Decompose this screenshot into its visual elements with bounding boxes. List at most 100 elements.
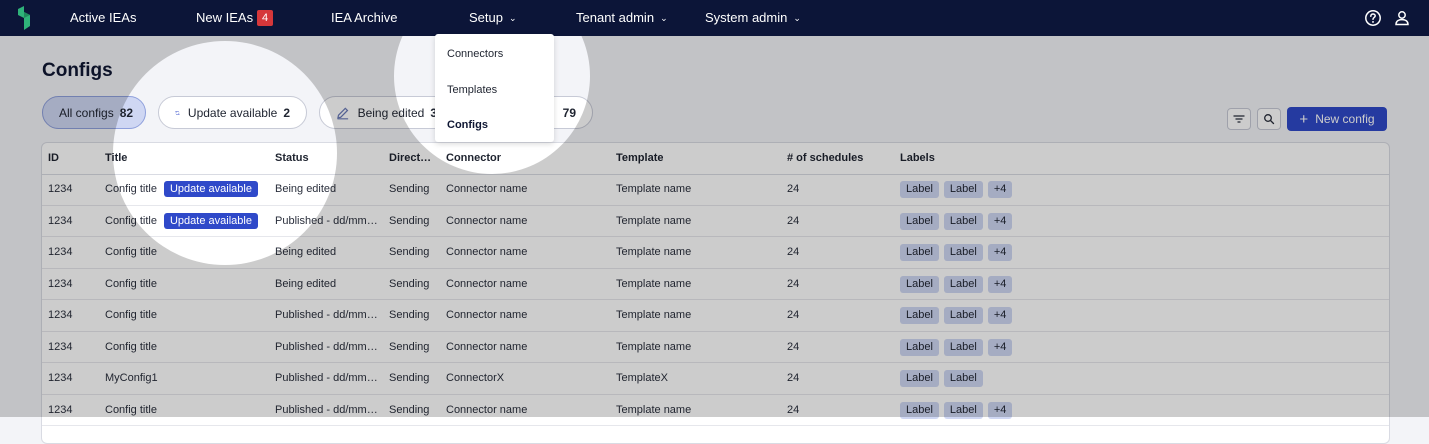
label-chip[interactable]: Label [900, 307, 939, 324]
filter-all-configs[interactable]: All configs 82 [42, 96, 146, 129]
nav-iea-archive[interactable]: IEA Archive [331, 0, 397, 36]
menu-item-configs[interactable]: Configs [447, 119, 488, 131]
cell-status-text: Published - dd/mm… [275, 340, 378, 353]
cell-template-text: Template name [616, 246, 692, 258]
new-config-label: New config [1315, 112, 1375, 126]
cell-title: Config title [105, 332, 270, 362]
label-chip[interactable]: Label [943, 401, 983, 419]
table-row[interactable]: 1234 Config title Published - dd/mm… Sendin… [42, 300, 1389, 332]
table-row[interactable]: 1234 Config title Being edited Sending Conne… [42, 237, 1389, 269]
user-icon[interactable] [1393, 9, 1411, 27]
filter-being-edited[interactable]: Being edited 3 [319, 96, 454, 129]
nav-new-ieas[interactable]: New IEAs 4 [196, 0, 274, 36]
table-row[interactable]: 1234 Config title Update available Being ed… [42, 174, 1389, 206]
more-labels-chip[interactable]: +4 [987, 181, 1013, 198]
cell-id-text: 1234 [48, 403, 73, 416]
nav-active-ieas[interactable]: Active IEAs [70, 0, 136, 36]
col-template[interactable]: Template [616, 143, 663, 174]
filter-button[interactable] [1227, 108, 1251, 130]
more-labels-chip[interactable]: +4 [987, 401, 1013, 419]
nav-label: Setup [469, 10, 503, 25]
cell-status-text: Published - dd/mm… [275, 403, 378, 416]
cell-schedules-text: 24 [787, 403, 800, 416]
label-chip[interactable]: Label [943, 275, 983, 293]
more-labels-chip[interactable]: +4 [987, 307, 1013, 324]
search-button[interactable] [1257, 108, 1281, 130]
label-chip[interactable]: Label [900, 338, 939, 356]
nav-setup[interactable]: Setup ⌄ [469, 0, 517, 36]
cell-direction-text: Sending [389, 246, 430, 258]
cell-status: Being edited [275, 237, 383, 267]
col-status[interactable]: Status [275, 143, 309, 174]
menu-item-templates[interactable]: Templates [447, 84, 497, 96]
table-row[interactable]: 1234 MyConfig1 Published - dd/mm… Sending Co… [42, 363, 1389, 395]
col-direction[interactable]: Direct… [389, 143, 439, 174]
filter-update-available[interactable]: Update available 2 [158, 96, 307, 129]
cell-connector: Connector name [446, 269, 611, 299]
label-chip[interactable]: Label [943, 212, 983, 230]
cell-template: Template name [616, 269, 781, 299]
table-row[interactable]: 1234 Config title Published - dd/mm… Sendin… [42, 332, 1389, 363]
more-labels-chip[interactable]: +4 [987, 275, 1013, 293]
update-available-tag[interactable]: Update available [163, 181, 258, 197]
cell-id-text: 1234 [48, 309, 73, 321]
more-labels-chip[interactable]: +4 [987, 244, 1013, 261]
nav-label: New IEAs [196, 10, 254, 25]
cell-template-text: TemplateX [616, 372, 668, 384]
cell-direction-text: Sending [389, 340, 430, 353]
col-title[interactable]: Title [105, 143, 127, 174]
cell-id-text: 1234 [48, 277, 73, 290]
cell-direction: Sending [389, 300, 439, 330]
cell-connector-text: Connector name [446, 309, 528, 321]
label-chip[interactable]: Label [943, 338, 983, 356]
nav-label: System admin [705, 10, 788, 25]
cell-status: Being edited [275, 174, 383, 204]
app-logo[interactable] [14, 6, 34, 30]
col-labels[interactable]: Labels [900, 143, 935, 174]
cell-title: Config title [105, 269, 270, 299]
label-chip[interactable]: Label [900, 244, 939, 261]
cell-id-text: 1234 [48, 340, 73, 353]
table-row[interactable]: 1234 Config title Update available Publishe… [42, 206, 1389, 237]
menu-item-connectors[interactable]: Connectors [447, 48, 503, 60]
update-available-tag[interactable]: Update available [163, 212, 258, 229]
cell-title: Config title Update available [105, 174, 270, 204]
label-chip[interactable]: Label [900, 401, 939, 419]
label-chip[interactable]: Label [900, 212, 939, 230]
cell-connector: Connector name [446, 395, 611, 425]
cell-labels: Label Label +4 [900, 395, 1200, 425]
nav-system-admin[interactable]: System admin ⌄ [705, 0, 801, 36]
plus-icon: + [1299, 110, 1309, 128]
chevron-down-icon: ⌄ [660, 13, 668, 23]
filter-icon [1233, 115, 1245, 123]
label-chip[interactable]: Label [900, 275, 939, 293]
col-connector[interactable]: Connector [446, 143, 501, 174]
cell-template-text: Template name [616, 277, 692, 290]
cell-direction-text: Sending [389, 372, 430, 384]
nav-tenant-admin[interactable]: Tenant admin ⌄ [576, 0, 668, 36]
table-row[interactable]: 1234 Config title Published - dd/mm… Sendin… [42, 395, 1389, 426]
cell-status: Published - dd/mm… [275, 206, 383, 236]
new-config-button[interactable]: + New config [1287, 107, 1387, 131]
label-chip[interactable]: Label [943, 370, 983, 387]
label-chip[interactable]: Label [943, 181, 983, 198]
col-schedules[interactable]: # of schedules [787, 143, 863, 174]
table-row[interactable]: 1234 Config title Being edited Sending Conne… [42, 269, 1389, 300]
cell-connector: ConnectorX [446, 363, 611, 393]
more-labels-chip[interactable]: +4 [987, 212, 1013, 230]
cell-title: Config title [105, 395, 270, 425]
cell-direction-text: Sending [389, 214, 430, 227]
label-chip[interactable]: Label [943, 244, 983, 261]
label-chip[interactable]: Label [900, 181, 939, 198]
cell-schedules: 24 [787, 269, 887, 299]
cell-title: Config title [105, 300, 270, 330]
more-labels-chip[interactable]: +4 [987, 338, 1013, 356]
cell-labels: Label Label +4 [900, 269, 1200, 299]
cell-status-text: Being edited [275, 183, 337, 195]
cell-id-text: 1234 [48, 183, 73, 195]
col-id[interactable]: ID [48, 143, 59, 174]
cell-schedules-text: 24 [787, 214, 800, 227]
label-chip[interactable]: Label [900, 370, 939, 387]
label-chip[interactable]: Label [943, 307, 983, 324]
help-icon[interactable] [1364, 9, 1382, 27]
